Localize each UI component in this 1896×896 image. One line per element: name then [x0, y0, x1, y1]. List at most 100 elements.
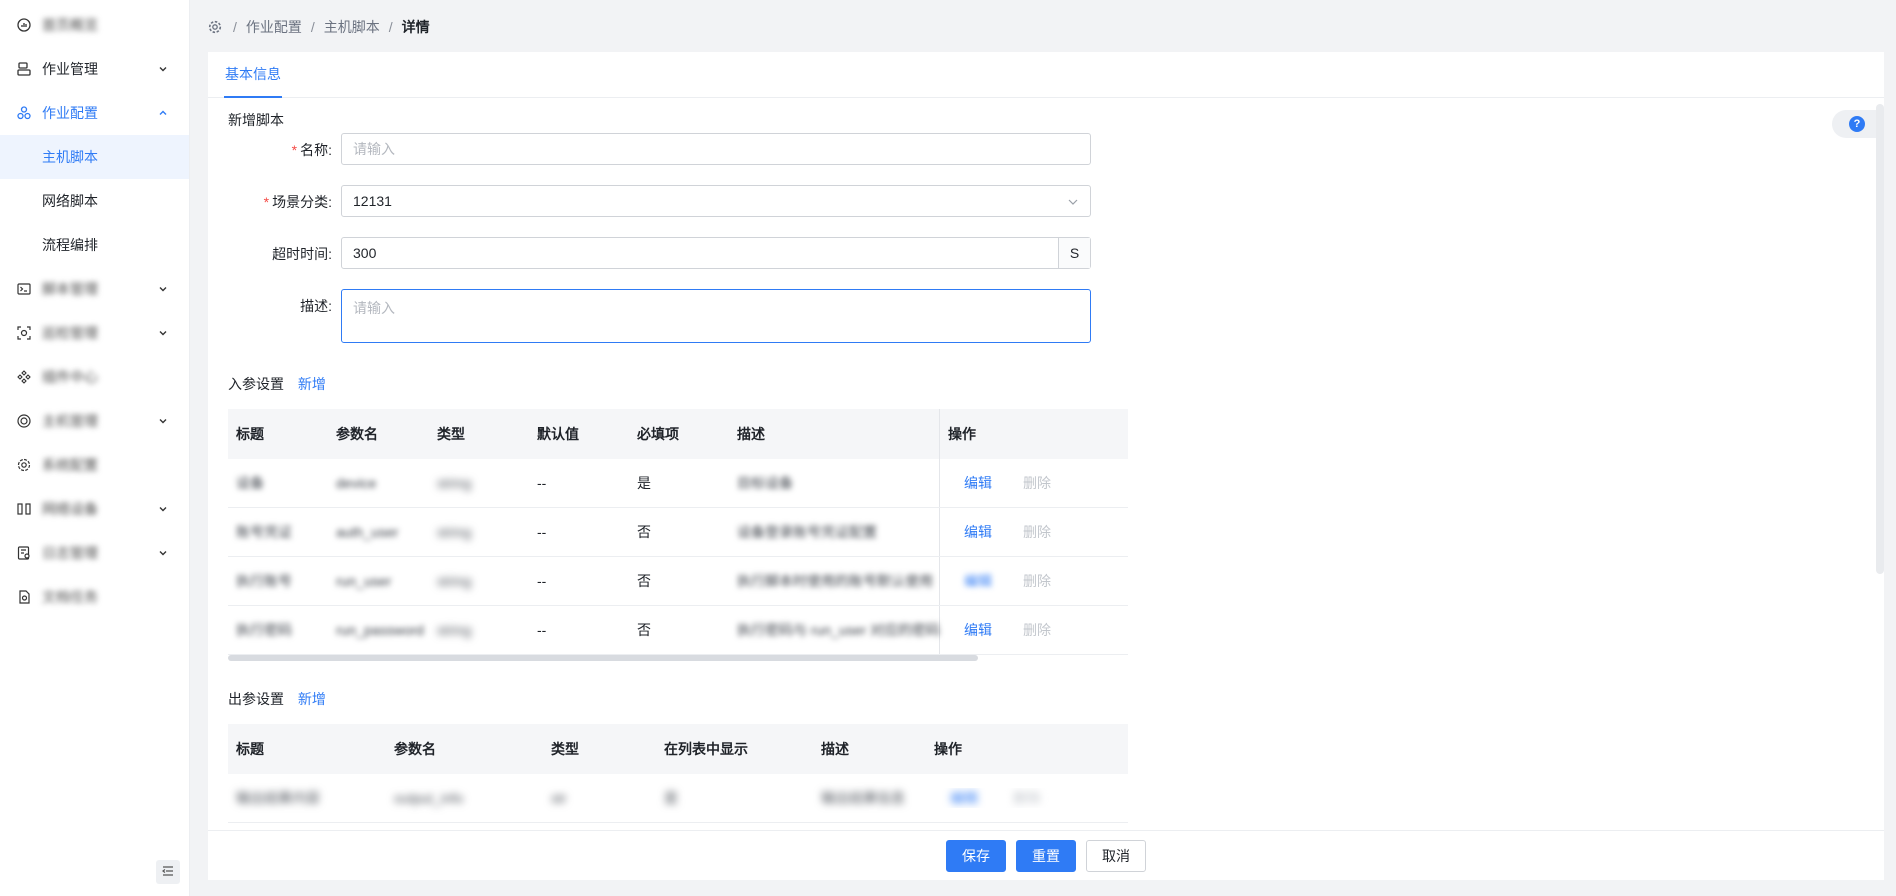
param-required: 否: [637, 573, 651, 589]
name-input[interactable]: 请输入: [341, 133, 1091, 165]
column-header: 在列表中显示: [664, 741, 748, 757]
delete-link[interactable]: 删除: [1023, 620, 1051, 640]
sidebar-item-overview[interactable]: 首页概览: [0, 3, 189, 47]
sidebar-item-script[interactable]: 脚本管理: [0, 267, 189, 311]
table-row: 执行密码 run_password string -- 否 执行密码与 run_…: [228, 606, 1128, 655]
edit-link[interactable]: 编辑: [964, 620, 992, 640]
param-desc: 输出结果信息: [821, 790, 905, 806]
plugin-icon: [16, 369, 32, 385]
chevron-down-icon: [157, 283, 169, 295]
breadcrumb-separator: /: [388, 19, 393, 35]
chevron-up-icon: [157, 107, 169, 119]
param-show: 是: [664, 790, 678, 806]
param-title: 输出结果内容: [236, 790, 320, 806]
sidebar-item-label: 脚本管理: [42, 281, 98, 297]
in-params-add-link[interactable]: 新增: [298, 376, 326, 392]
row-actions: 编辑 删除: [939, 606, 1128, 654]
sidebar-item-inspection[interactable]: 巡检管理: [0, 311, 189, 355]
column-header: 操作: [939, 409, 1128, 459]
breadcrumb-item-job-config[interactable]: 作业配置: [246, 17, 302, 37]
help-icon: ?: [1849, 116, 1865, 132]
param-title: 账号凭证: [236, 524, 292, 540]
chevron-down-icon: [157, 503, 169, 515]
sidebar: 首页概览 作业管理 作业配置 主机脚本 网络脚本 流程编排 脚本管理 巡检管理 …: [0, 0, 190, 896]
edit-link[interactable]: 编辑: [950, 790, 978, 806]
settings-icon: [16, 457, 32, 473]
breadcrumb: / 作业配置 / 主机脚本 / 详情: [208, 17, 430, 37]
horizontal-scrollbar[interactable]: [228, 655, 978, 661]
row-actions: 编辑 删除: [926, 788, 1128, 808]
delete-link[interactable]: 删除: [1023, 473, 1051, 493]
table-header: 标题 参数名 类型 在列表中显示 描述 操作: [228, 724, 1128, 774]
param-name: device: [336, 475, 377, 491]
sidebar-item-plugin[interactable]: 插件中心: [0, 355, 189, 399]
param-name: auth_user: [336, 524, 399, 540]
param-name: run_password: [336, 622, 424, 638]
sidebar-item-label: 插件中心: [42, 369, 98, 385]
chevron-down-icon: [157, 327, 169, 339]
sidebar-subitem-host-script[interactable]: 主机脚本: [0, 135, 189, 179]
param-default: --: [537, 573, 547, 589]
sidebar-item-job-management[interactable]: 作业管理: [0, 47, 189, 91]
edit-link[interactable]: 编辑: [964, 522, 992, 542]
sidebar-item-label: 作业管理: [42, 61, 98, 77]
target-icon: [16, 413, 32, 429]
delete-link[interactable]: 删除: [1023, 522, 1051, 542]
chevron-down-icon: [1067, 195, 1079, 207]
sidebar-item-host[interactable]: 主机管理: [0, 399, 189, 443]
collapse-sidebar-button[interactable]: [156, 860, 180, 884]
column-header: 类型: [551, 741, 579, 757]
column-header: 描述: [821, 741, 849, 757]
column-header: 必填项: [637, 426, 679, 442]
param-title: 执行账号: [236, 573, 292, 589]
table-row: 输出结果内容 output_info str 是 输出结果信息 编辑 删除: [228, 774, 1128, 823]
config-icon: [16, 105, 32, 121]
edit-link[interactable]: 编辑: [964, 473, 992, 493]
dashboard-icon: [16, 17, 32, 33]
out-params-add-link[interactable]: 新增: [298, 691, 326, 707]
reset-button[interactable]: 重置: [1016, 839, 1076, 872]
param-default: --: [537, 475, 547, 491]
row-actions: 编辑 删除: [939, 459, 1128, 507]
sidebar-item-job-config[interactable]: 作业配置: [0, 91, 189, 135]
timeout-input[interactable]: 300 S: [341, 237, 1091, 269]
delete-link[interactable]: 删除: [1013, 790, 1041, 806]
gear-icon[interactable]: [208, 20, 222, 34]
tab-basic-info[interactable]: 基本信息: [224, 52, 282, 98]
help-button[interactable]: ?: [1832, 110, 1882, 138]
footer-bar: 保存 重置 取消: [208, 830, 1884, 880]
sidebar-subitem-flow[interactable]: 流程编排: [0, 223, 189, 267]
sidebar-subitem-network-script[interactable]: 网络脚本: [0, 179, 189, 223]
required-mark: *: [291, 142, 298, 158]
breadcrumb-item-host-script[interactable]: 主机脚本: [324, 17, 380, 37]
desc-textarea-placeholder: 请输入: [353, 300, 395, 316]
param-type: string: [437, 573, 472, 589]
column-header: 默认值: [537, 426, 579, 442]
network-icon: [16, 501, 32, 517]
edit-link[interactable]: 编辑: [964, 571, 992, 591]
sidebar-item-label: 首页概览: [42, 17, 98, 33]
sidebar-item-label: 作业配置: [42, 105, 98, 121]
param-required: 否: [637, 524, 651, 540]
tab-bar: 基本信息: [208, 52, 1884, 98]
sidebar-item-label: 网络设备: [42, 501, 98, 517]
param-desc: 设备登录账号凭证配置: [737, 524, 877, 540]
out-params-title: 出参设置 新增: [228, 689, 326, 709]
save-button[interactable]: 保存: [946, 839, 1006, 872]
cancel-button[interactable]: 取消: [1086, 839, 1146, 872]
vertical-scrollbar[interactable]: [1876, 104, 1884, 574]
scene-select[interactable]: 12131: [341, 185, 1091, 217]
delete-link[interactable]: 删除: [1023, 571, 1051, 591]
column-header: 操作: [934, 741, 962, 757]
in-params-table: 标题 参数名 类型 默认值 必填项 描述 操作 设备 device string…: [228, 409, 1128, 655]
chevron-down-icon: [157, 63, 169, 75]
desc-textarea[interactable]: 请输入: [341, 289, 1091, 343]
sidebar-item-system[interactable]: 系统配置: [0, 443, 189, 487]
column-header: 参数名: [394, 741, 436, 757]
sidebar-item-network-device[interactable]: 网络设备: [0, 487, 189, 531]
sidebar-item-doc-task[interactable]: 文档任务: [0, 575, 189, 619]
form-section-title: 新增脚本: [228, 112, 284, 128]
sidebar-item-log[interactable]: 日志管理: [0, 531, 189, 575]
column-header: 标题: [236, 741, 264, 757]
timeout-label: 超时时间:: [272, 246, 332, 262]
